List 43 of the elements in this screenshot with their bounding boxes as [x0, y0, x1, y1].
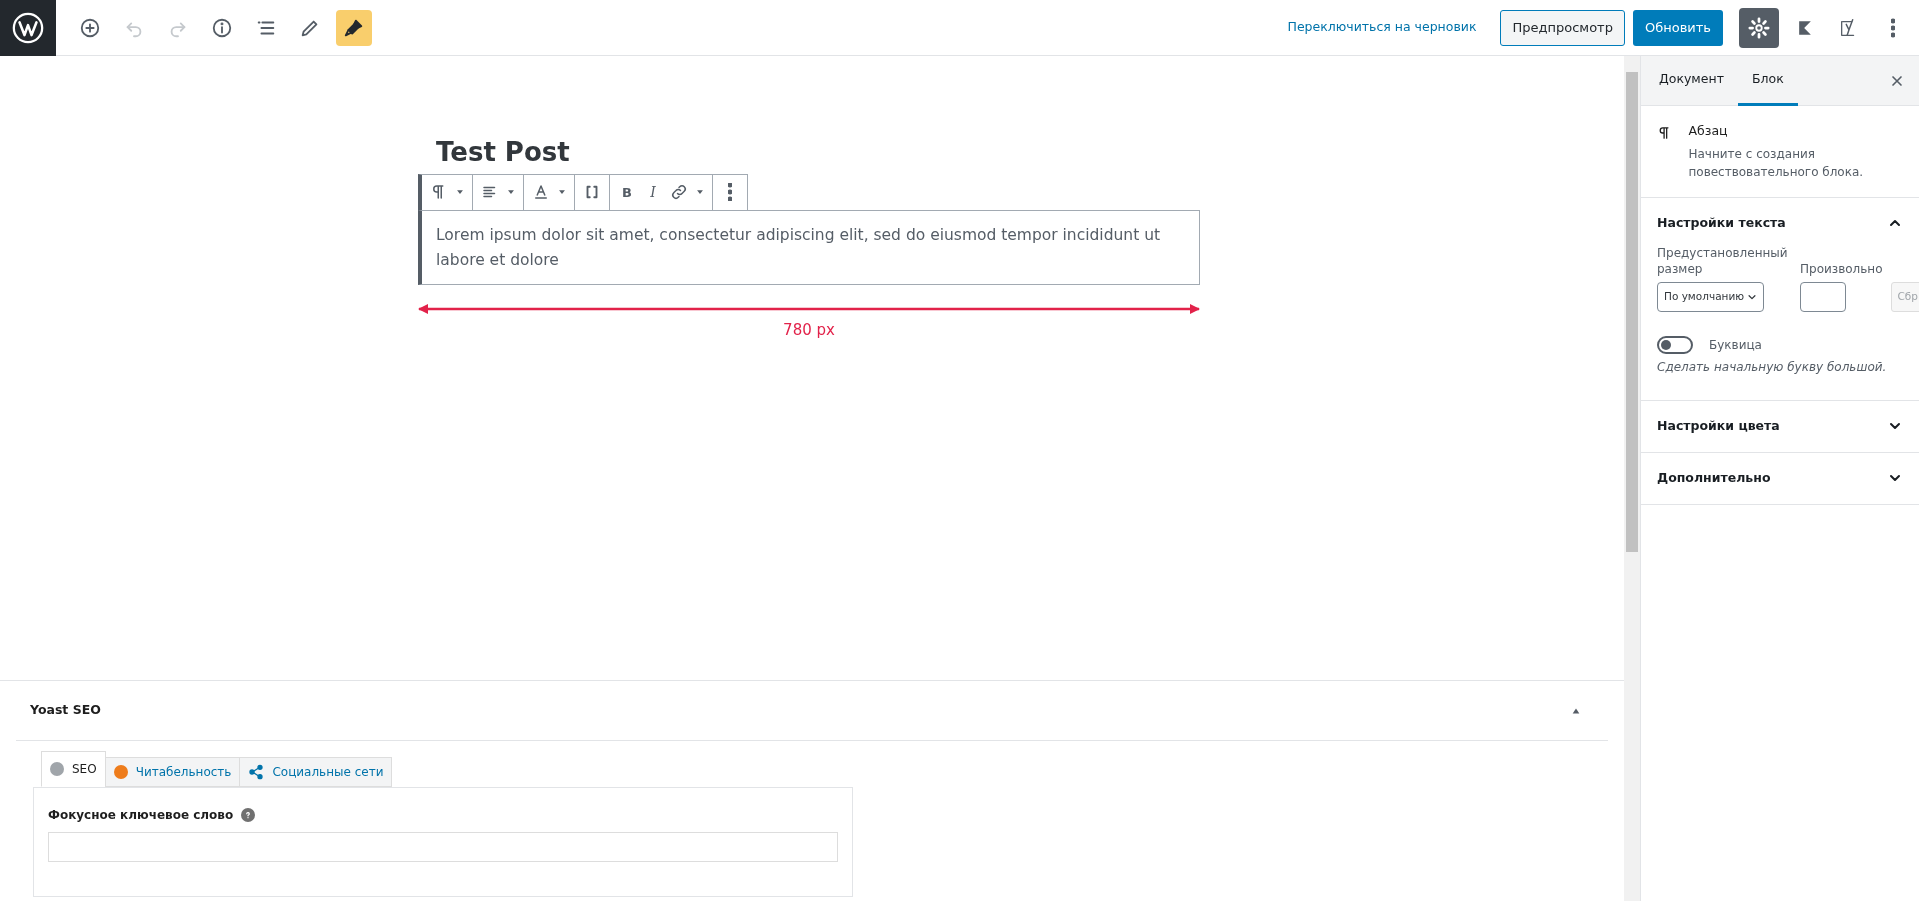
help-icon[interactable]	[241, 808, 256, 822]
panel-header[interactable]: Настройки цвета	[1641, 401, 1919, 452]
gear-icon	[1748, 16, 1770, 39]
field-label: Предустановленный размер	[1657, 244, 1789, 279]
post-title[interactable]: Test Post	[436, 136, 1200, 170]
custom-size-field[interactable]	[1800, 282, 1846, 313]
sidebar-tab[interactable]: Блок	[1737, 55, 1798, 106]
bold-button[interactable]: B	[614, 175, 640, 210]
wordpress-icon	[11, 10, 45, 45]
field-label: Фокусное ключевое слово	[48, 807, 234, 824]
help-text: Сделать начальную букву большой.	[1657, 359, 1888, 377]
italic-button[interactable]: I	[640, 175, 666, 210]
seo-tab[interactable]: Читабельность	[104, 757, 241, 787]
link-icon	[670, 183, 688, 202]
seo-tab[interactable]: Социальные сети	[239, 757, 393, 787]
block-name: Абзац	[1688, 122, 1729, 140]
panel-title: Yoast SEO	[30, 701, 101, 720]
vertical-dots-icon	[1891, 17, 1895, 38]
plus-circle-icon	[79, 16, 101, 39]
underlined-a-icon	[532, 183, 550, 202]
scrollbar-thumb[interactable]	[1626, 72, 1638, 552]
field-label: Произвольно	[1800, 261, 1883, 279]
focus-keyword-field[interactable]	[48, 832, 838, 862]
switch-to-draft-link[interactable]: Переключиться на черновик	[1287, 18, 1477, 37]
panel-header[interactable]: Дополнительно	[1641, 452, 1919, 504]
settings-button[interactable]	[1739, 7, 1779, 48]
block-description: Начните с создания повествовательного блока.	[1688, 145, 1865, 181]
preview-button[interactable]: Предпросмотр	[1500, 9, 1625, 46]
toggle-switch[interactable]	[1657, 336, 1693, 355]
share-icon	[248, 764, 265, 780]
size-select[interactable]: По умолчанию	[1657, 282, 1764, 313]
seo-tab[interactable]: SEO	[41, 751, 106, 787]
toggle-label: Буквица	[1709, 337, 1762, 355]
width-label: 780 px	[782, 320, 836, 342]
paragraph-text[interactable]: Lorem ipsum dolor sit amet, consectetur adipiscing elit, sed do eiusmod tempor incididunt ut labore et dolore	[418, 209, 1200, 286]
sidebar-tab[interactable]: Документ	[1645, 55, 1738, 106]
vertical-dots-icon	[728, 183, 732, 202]
info-icon	[211, 16, 233, 39]
update-button[interactable]: Обновить	[1632, 9, 1723, 46]
wordpress-logo[interactable]	[0, 0, 56, 56]
triangle-icon	[1571, 706, 1581, 717]
scrollbar[interactable]	[1624, 56, 1640, 901]
tools-button[interactable]	[336, 9, 372, 46]
